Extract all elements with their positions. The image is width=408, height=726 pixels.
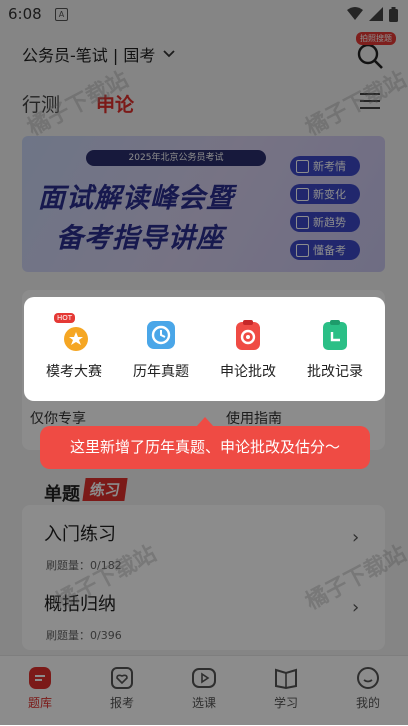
feature-label: 模考大赛 <box>46 364 102 380</box>
feature-popup: HOT 模考大赛 历年真题 申论批改 批改记录 <box>24 297 385 401</box>
feature-mock-exam[interactable]: HOT 模考大赛 <box>34 313 114 381</box>
feature-label: 历年真题 <box>133 364 189 380</box>
trophy-hot-icon: HOT <box>54 313 90 351</box>
history-icon <box>145 319 177 351</box>
feature-tooltip[interactable]: 这里新增了历年真题、申论批改及估分～ <box>40 426 370 469</box>
feature-label: 申论批改 <box>220 364 276 380</box>
feature-label: 批改记录 <box>307 364 363 380</box>
record-clock-icon <box>319 319 351 351</box>
clipboard-check-icon <box>232 319 264 351</box>
feature-grading-records[interactable]: 批改记录 <box>295 319 375 381</box>
feature-essay-grading[interactable]: 申论批改 <box>208 319 288 381</box>
hot-badge: HOT <box>54 313 76 323</box>
feature-past-papers[interactable]: 历年真题 <box>121 319 201 381</box>
